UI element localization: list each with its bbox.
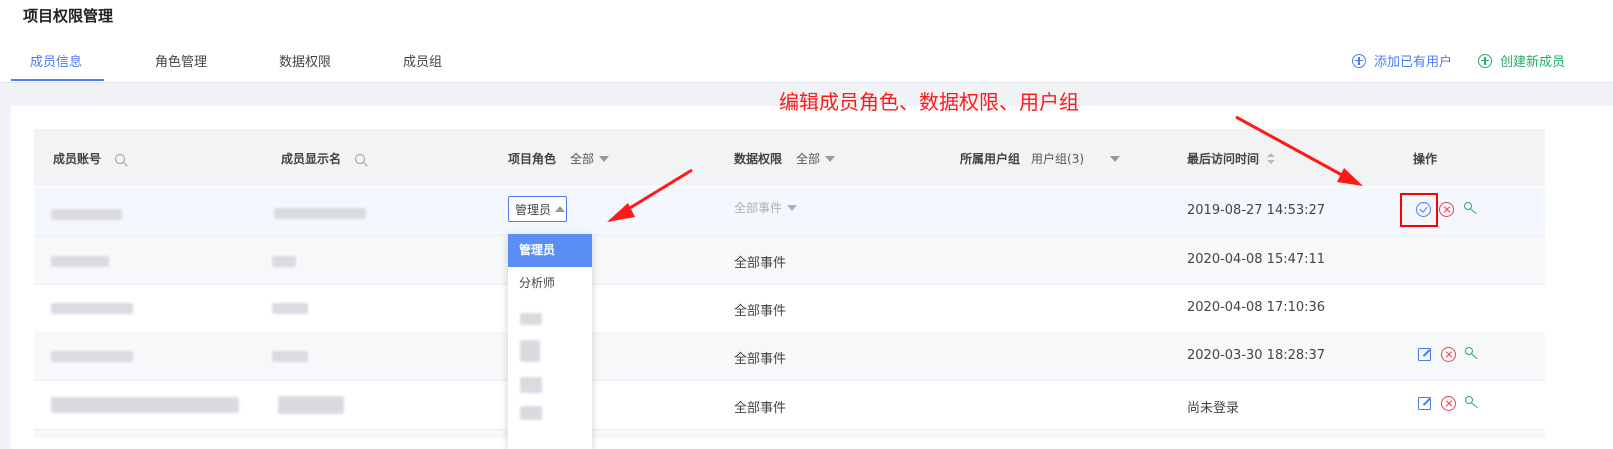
annotation-arrows [607, 115, 1363, 222]
arrow-head [1337, 168, 1363, 186]
annotation-arrow [624, 168, 693, 213]
annotation-arrow [1235, 115, 1343, 177]
